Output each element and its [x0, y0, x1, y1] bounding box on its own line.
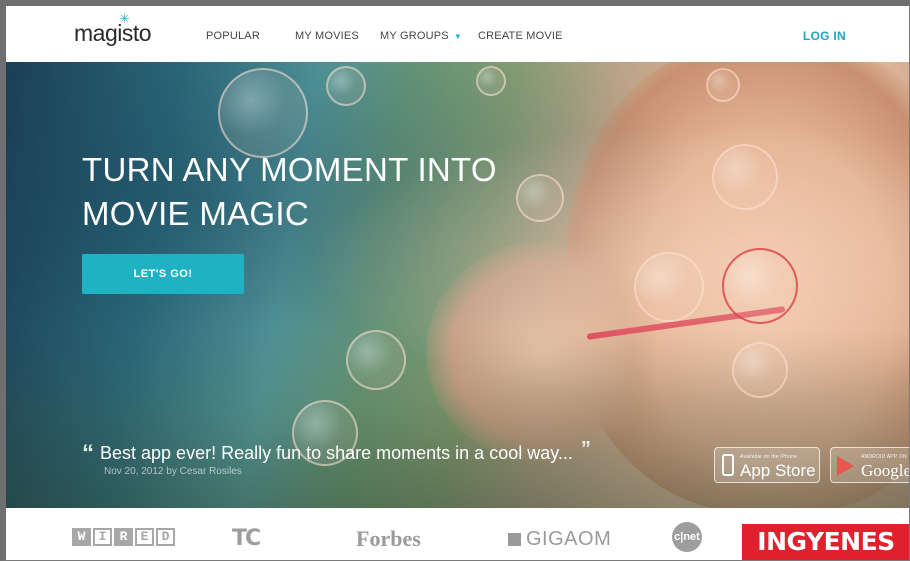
magisto-logo[interactable]: magisto: [74, 20, 152, 47]
bubble: [326, 66, 366, 106]
testimonial-meta: Nov 20, 2012 by Cesar Rosiles: [104, 466, 242, 477]
google-play-label: Google pl: [861, 461, 910, 480]
cnet-logo: c|net: [672, 522, 702, 552]
hero-banner: TURN ANY MOMENT INTO MOVIE MAGIC LET'S G…: [6, 62, 910, 508]
nav-my-movies[interactable]: MY MOVIES: [295, 30, 359, 42]
google-play-button[interactable]: ANDROID APP ON Google pl: [830, 447, 910, 483]
nav-create-movie[interactable]: CREATE MOVIE: [478, 30, 563, 42]
nav-my-groups[interactable]: MY GROUPS ▼: [380, 30, 462, 42]
bubble: [346, 330, 406, 390]
wired-letter: R: [114, 528, 133, 546]
open-quote-icon: “: [82, 440, 94, 467]
hero-headline-line2: MOVIE MAGIC: [82, 195, 309, 232]
gigaom-mark-icon: [508, 533, 521, 546]
app-store-small-text: Available on the iPhone: [740, 454, 798, 460]
bubble: [634, 252, 704, 322]
bubble: [516, 174, 564, 222]
techcrunch-logo: TC: [232, 526, 261, 551]
nav-my-groups-label: MY GROUPS: [380, 30, 449, 42]
close-quote-icon: ”: [580, 438, 591, 460]
app-store-label: App Store: [740, 461, 816, 480]
forbes-logo: Forbes: [356, 526, 421, 551]
wired-letter: W: [72, 528, 91, 546]
ingyenes-banner: INGYENES: [742, 524, 909, 560]
bubble: [218, 68, 308, 158]
wired-logo: W I R E D: [72, 528, 175, 546]
lets-go-button[interactable]: LET'S GO!: [82, 254, 244, 294]
wired-letter: E: [135, 528, 154, 546]
bubble: [732, 342, 788, 398]
testimonial-quote: “ Best app ever! Really fun to share mome…: [82, 438, 591, 468]
testimonial-text: Best app ever! Really fun to share momen…: [100, 443, 573, 463]
logo-star-icon: ✳: [119, 11, 130, 26]
press-logos-bar: W I R E D TC Forbes GIGAOM c|net INGYENE…: [6, 508, 909, 560]
bubble: [476, 66, 506, 96]
browser-frame: magisto ✳ POPULAR MY MOVIES MY GROUPS ▼ C…: [0, 0, 910, 561]
gigaom-logo: GIGAOM: [508, 528, 611, 551]
wired-letter: I: [93, 528, 112, 546]
top-nav: magisto ✳ POPULAR MY MOVIES MY GROUPS ▼ C…: [6, 6, 909, 62]
login-link[interactable]: LOG IN: [803, 29, 846, 43]
google-play-small-text: ANDROID APP ON: [861, 454, 907, 460]
app-store-button[interactable]: Available on the iPhone App Store: [714, 447, 820, 483]
hero-headline-line1: TURN ANY MOMENT INTO: [82, 151, 497, 188]
gigaom-text: GIGAOM: [526, 528, 612, 550]
bubble: [706, 68, 740, 102]
hero-headline: TURN ANY MOMENT INTO MOVIE MAGIC: [82, 148, 497, 236]
wired-letter: D: [156, 528, 175, 546]
iphone-icon: [722, 454, 734, 476]
bubble: [712, 144, 778, 210]
bubble: [722, 248, 798, 324]
nav-popular[interactable]: POPULAR: [206, 30, 260, 42]
google-play-icon: [837, 456, 854, 476]
caret-down-icon: ▼: [453, 32, 462, 41]
